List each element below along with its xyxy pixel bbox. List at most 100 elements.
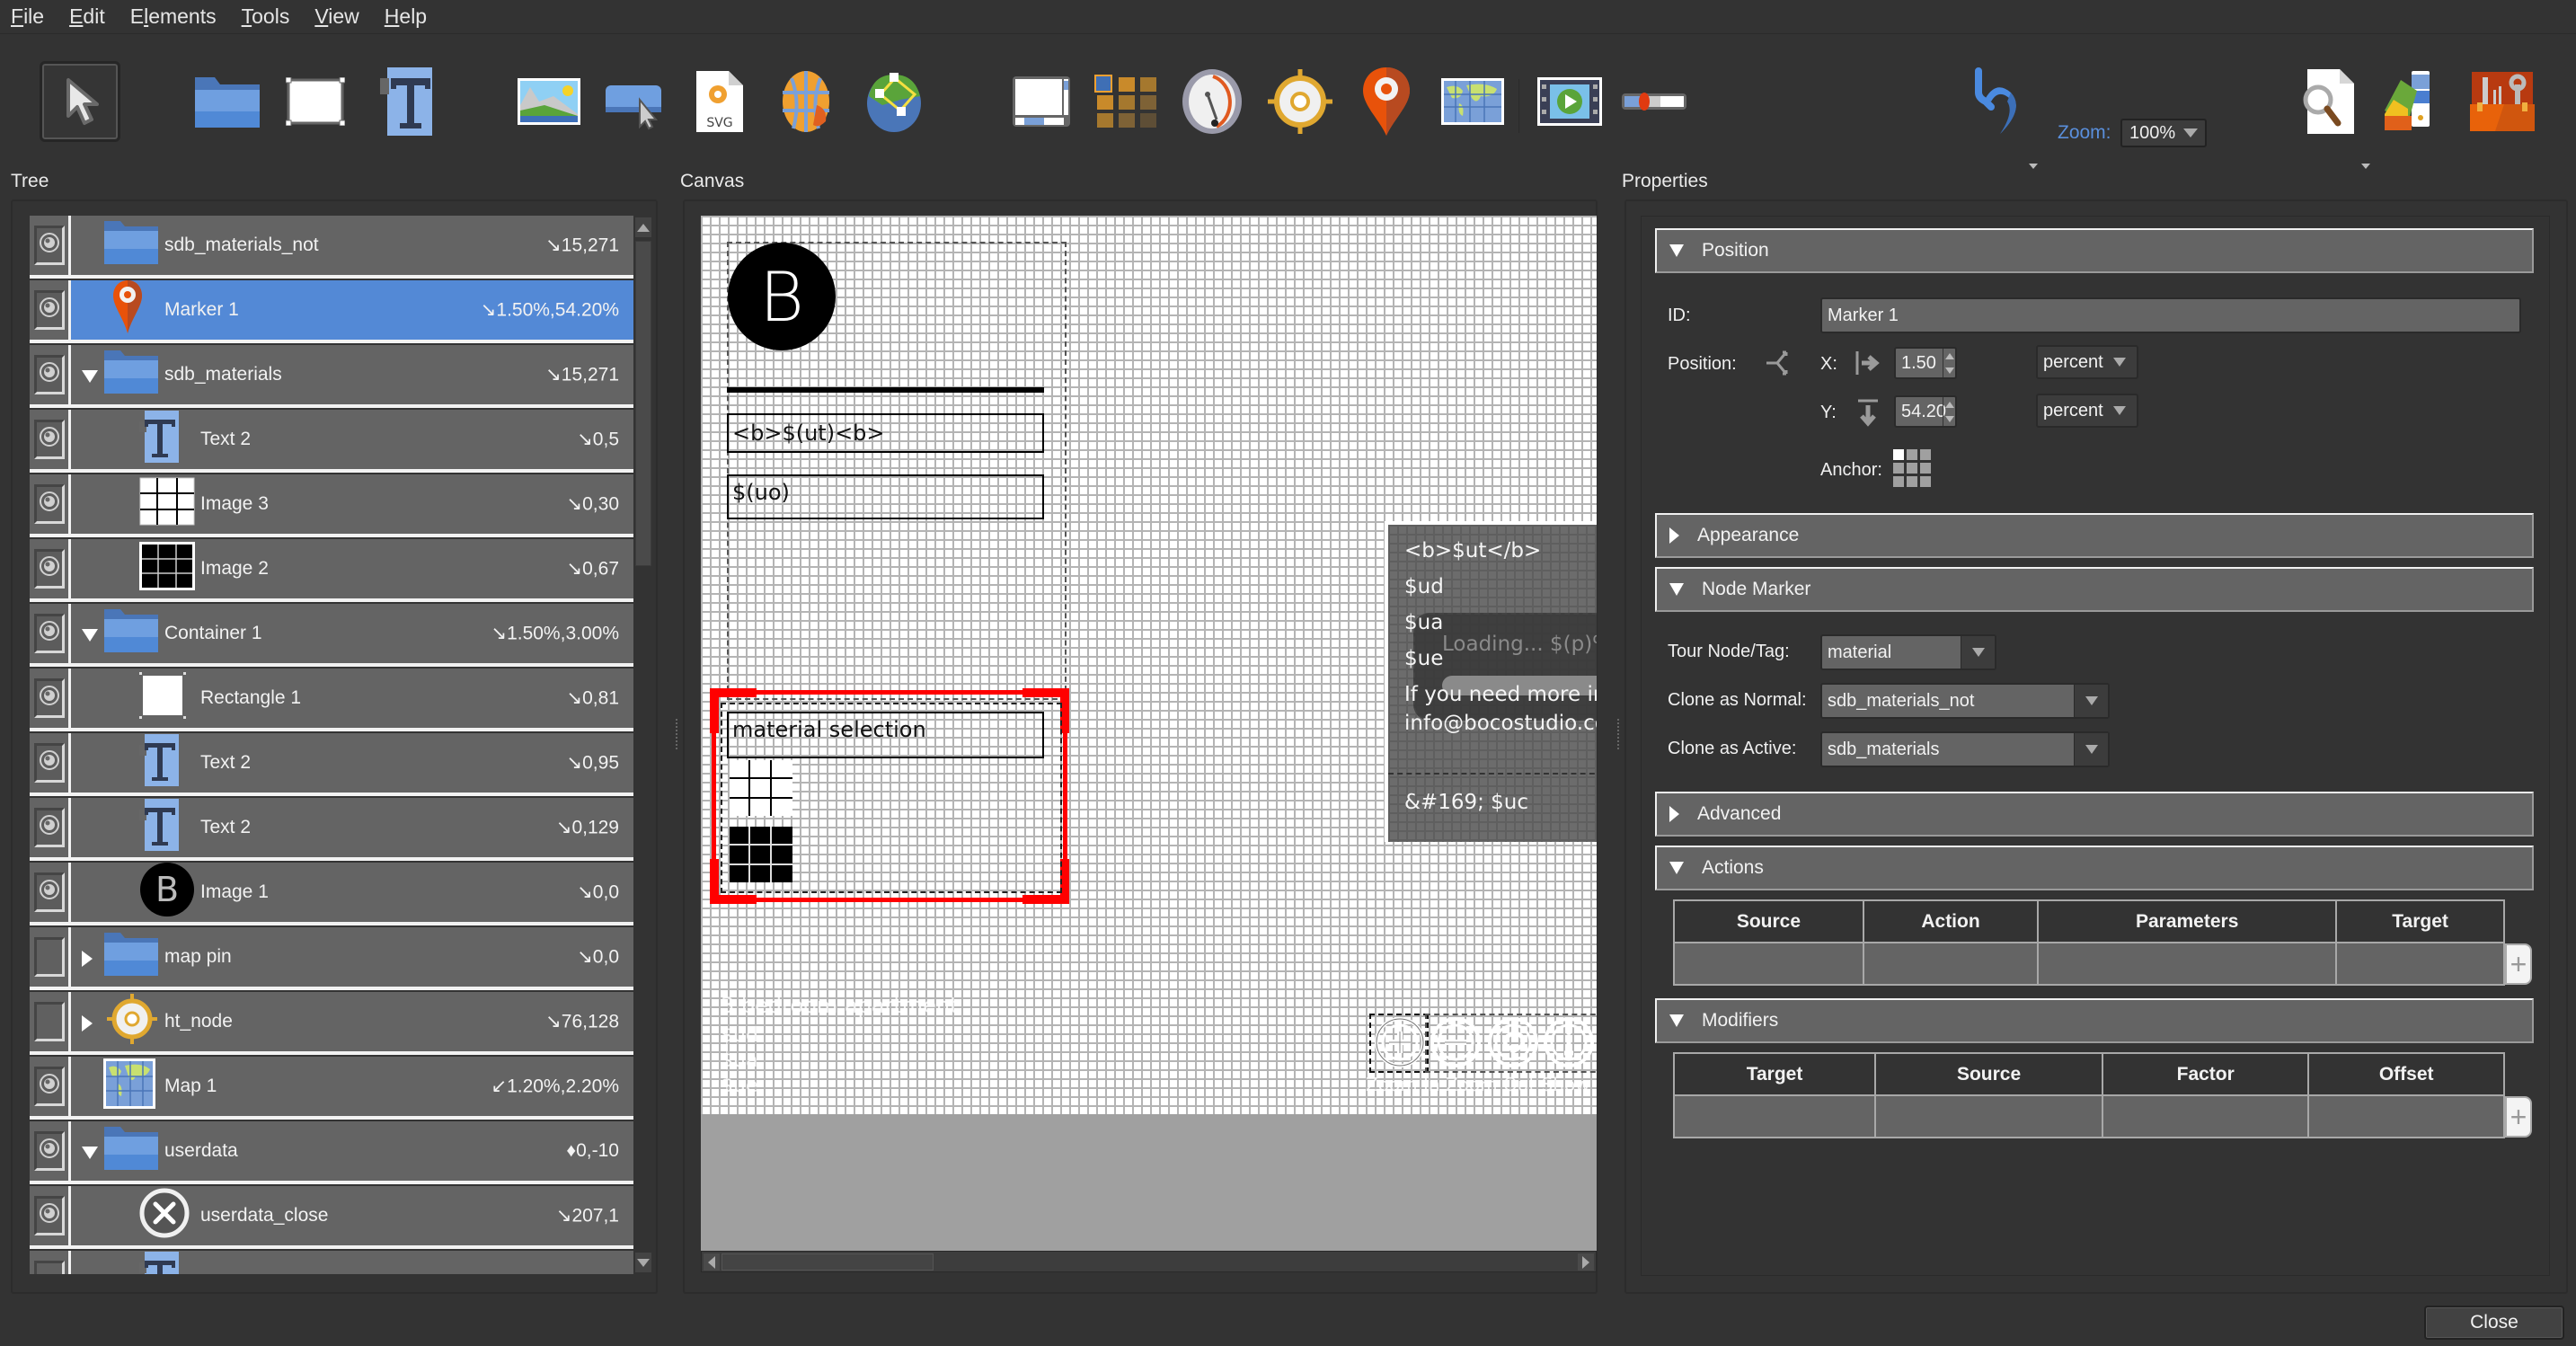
tree-item-cell[interactable]: ht_node ↘76,128 [71,992,633,1051]
logo-image[interactable]: B [728,243,836,350]
tree-item-cell[interactable]: userdata_close ↘207,1 [71,1186,633,1245]
add-action-button[interactable]: + [2505,943,2532,985]
splitter-handle[interactable] [676,719,678,749]
anchor-cell-top-center[interactable] [1907,449,1917,460]
tree-item-cell[interactable]: Container 1 ↘1.50%,3.00% [71,604,633,663]
visibility-toggle[interactable] [33,937,65,977]
tree-item-cell[interactable]: B Image 1 ↘0,0 [71,863,633,922]
clone-normal-select[interactable]: sdb_materials_not [1820,683,2110,719]
visibility-toggle[interactable] [33,226,65,265]
tree-item-cell[interactable]: Image 3 ↘0,30 [71,474,633,534]
visibility-toggle[interactable] [33,1067,65,1106]
add-cloner-button[interactable] [1085,61,1166,142]
group-header-modifiers[interactable]: Modifiers [1655,998,2534,1043]
tree-row[interactable]: userdata ♦0,-10 [30,1121,633,1184]
tree-row[interactable]: Rectangle 1 ↘0,81 [30,669,633,731]
y-spinbox[interactable]: 54.20 [1894,395,1957,428]
tree-item-cell[interactable]: Text 2 ↘0,129 [71,798,633,857]
tree-item-cell[interactable]: Rectangle 1 ↘0,81 [71,669,633,728]
scroll-thumb[interactable] [635,241,651,566]
white-grid-image[interactable] [730,760,792,816]
tree-row[interactable]: Text 2 ↘0,129 [30,798,633,861]
tree-item-cell[interactable]: userdata ♦0,-10 [71,1121,633,1181]
visibility-toggle[interactable] [33,290,65,330]
subtitle-text-element[interactable]: $(uo) [727,474,1044,519]
tree-item-cell[interactable]: Text 2 ↘0,95 [71,733,633,793]
undo-history-caret[interactable] [2029,164,2038,169]
modifiers-column-header[interactable]: Factor [2102,1052,2310,1096]
x-unit-select[interactable]: percent [2036,345,2138,379]
actions-empty-cell[interactable] [1673,942,1864,986]
x-spin-arrows[interactable] [1943,349,1955,377]
modifiers-empty-cell[interactable] [1874,1094,2104,1138]
y-spin-arrows[interactable] [1943,397,1955,426]
add-text-button[interactable] [367,61,447,142]
add-rectangle-button[interactable] [275,61,356,142]
scroll-thumb[interactable] [721,1253,934,1271]
visibility-toggle[interactable] [33,1196,65,1235]
actions-empty-cell[interactable] [1862,942,2040,986]
tree-row[interactable]: sdb_materials_not ↘15,271 [30,216,633,279]
collapse-arrow-icon[interactable] [82,370,98,383]
select-tool-button[interactable] [40,61,120,142]
tree-item-cell[interactable]: map pin ↘0,0 [71,927,633,987]
rotate-icon[interactable] [1486,1015,1540,1069]
tree-row[interactable]: Image 3 ↘0,30 [30,474,633,537]
splitter-handle[interactable] [1617,719,1620,749]
visibility-toggle[interactable] [33,1002,65,1041]
anchor-cell-top-left[interactable] [1893,449,1904,460]
modifiers-column-header[interactable]: Source [1874,1052,2104,1096]
anchor-cell-top-right[interactable] [1920,449,1931,460]
visibility-toggle[interactable] [33,1131,65,1171]
add-image-button[interactable] [509,61,589,142]
visibility-toggle[interactable] [33,484,65,524]
expand-arrow-icon[interactable] [82,1015,93,1032]
tree-row[interactable]: Text 2 ↘0,5 [30,410,633,473]
add-compass-button[interactable] [1172,61,1253,142]
toolbox-button[interactable] [2462,61,2543,142]
tree-row[interactable]: Text 2 ↘0,95 [30,733,633,796]
info-icon[interactable] [1542,1015,1596,1069]
tree-row[interactable]: userdata_close ↘207,1 [30,1186,633,1249]
preview-options-caret[interactable] [2361,164,2370,169]
close-button[interactable]: Close [2424,1306,2564,1340]
preview-button[interactable] [2288,61,2368,142]
group-header-actions[interactable]: Actions [1655,846,2534,890]
canvas-viewport[interactable]: B <b>$(ut)<b> $(uo) material selection <… [701,216,1597,1251]
add-modifier-button[interactable]: + [2505,1096,2532,1138]
visibility-toggle[interactable] [33,1261,65,1274]
add-web-button[interactable] [766,61,846,142]
zoom-in-icon[interactable] [1373,1015,1427,1069]
modifiers-empty-cell[interactable] [2102,1094,2310,1138]
anchor-selector[interactable] [1893,449,1931,487]
actions-column-header[interactable]: Source [1673,899,1864,943]
anchor-cell-bottom-center[interactable] [1907,476,1917,487]
menu-edit[interactable]: Edit [69,4,105,29]
title-text-element[interactable]: <b>$(ut)<b> [727,413,1044,453]
zoom-select[interactable]: 100% [2120,119,2207,147]
tree-row[interactable]: B Image 1 ↘0,0 [30,863,633,925]
modifiers-column-header[interactable]: Offset [2307,1052,2505,1096]
tree-row[interactable]: Marker 1 ↘1.50%,54.20% [30,280,633,343]
zoom-out-icon[interactable] [1429,1015,1483,1069]
tree-item-cell[interactable]: sdb_materials ↘15,271 [71,345,633,404]
black-grid-image[interactable] [730,827,792,882]
canvas-horizontal-scrollbar[interactable] [701,1251,1597,1272]
tree-item-cell[interactable]: Text 2 ↘0,5 [71,410,633,469]
scroll-up-button[interactable] [635,217,651,237]
tree-row[interactable]: Image 2 ↘0,67 [30,539,633,602]
material-selection-text[interactable]: material selection [727,712,1044,758]
tree-row[interactable]: Container 1 ↘1.50%,3.00% [30,604,633,667]
group-header-node-marker[interactable]: Node Marker [1655,567,2534,612]
menu-tools[interactable]: Tools [242,4,290,29]
tree-scrollbar[interactable] [633,216,653,1274]
modifiers-empty-cell[interactable] [1672,1094,1877,1138]
scroll-right-button[interactable] [1578,1253,1594,1271]
anchor-cell-middle-right[interactable] [1920,463,1931,474]
actions-column-header[interactable]: Parameters [2037,899,2338,943]
add-video-button[interactable] [1529,61,1610,142]
tree-row[interactable]: map pin ↘0,0 [30,927,633,990]
visibility-toggle[interactable] [33,808,65,847]
styles-button[interactable] [2374,61,2455,142]
x-spinbox[interactable]: 1.50 [1894,347,1957,379]
